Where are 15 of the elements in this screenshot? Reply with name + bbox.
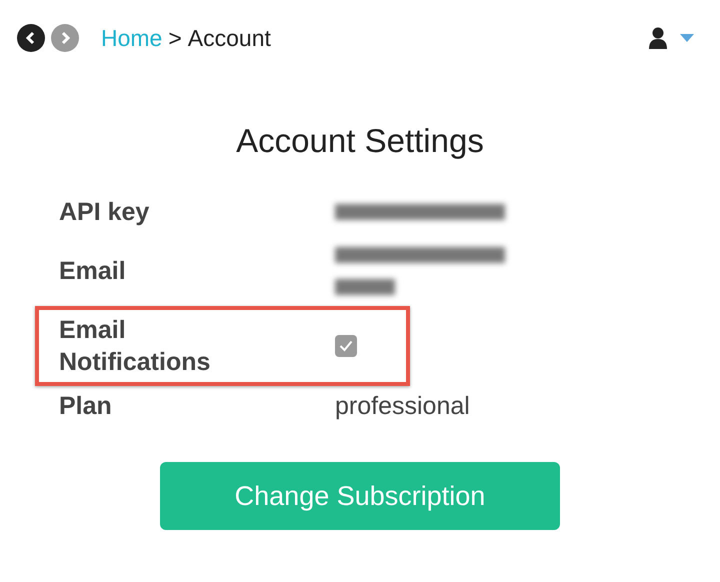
home-link[interactable]: Home [101, 24, 162, 52]
page-title: Account Settings [235, 122, 485, 160]
breadcrumb-current: Account [188, 24, 271, 52]
change-subscription-button[interactable]: Change Subscription [160, 462, 560, 530]
back-button[interactable] [17, 24, 45, 52]
breadcrumb-separator: > [168, 24, 182, 52]
field-label: Email [59, 256, 127, 287]
field-label: API key [59, 197, 150, 228]
user-menu-button[interactable] [648, 27, 694, 49]
field-label: Email Notifications [59, 315, 212, 378]
checkmark-icon [339, 340, 353, 352]
field-label: Plan [59, 391, 113, 422]
field-value: professional [335, 392, 470, 420]
caret-icon [680, 34, 694, 42]
user-icon [649, 28, 667, 49]
